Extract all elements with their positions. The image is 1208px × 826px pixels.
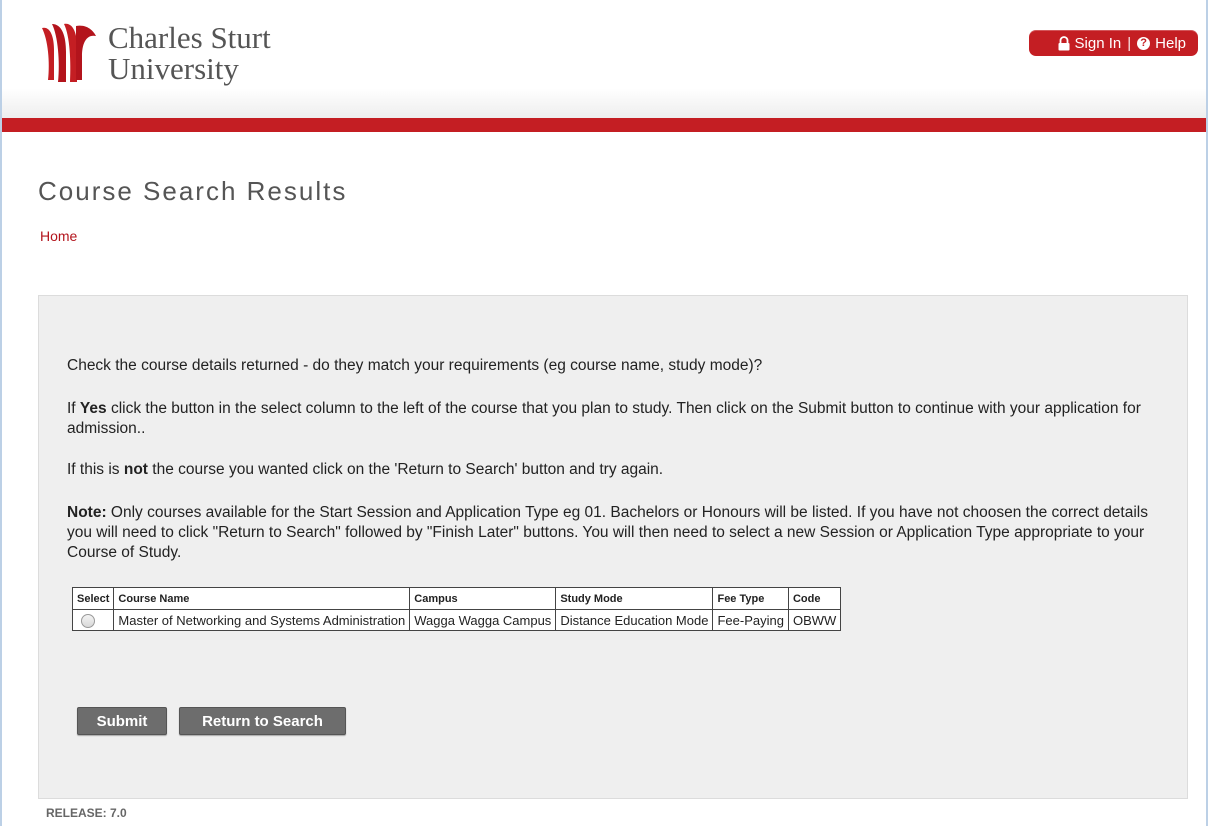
nav-separator: | [1127, 34, 1132, 52]
instruction-yes-prefix: If [67, 400, 80, 417]
logo-wordmark: Charles Sturt University [108, 22, 348, 84]
course-name-cell: Master of Networking and Systems Adminis… [113, 609, 411, 631]
instruction-yes: If Yes click the button in the select co… [67, 399, 1157, 439]
campus-cell: Wagga Wagga Campus [409, 609, 557, 631]
instruction-not-text: the course you wanted click on the 'Retu… [147, 461, 664, 478]
table-row: Master of Networking and Systems Adminis… [71, 609, 842, 631]
instruction-not-bold: not [123, 461, 148, 478]
submit-button[interactable]: Submit [77, 707, 167, 735]
course-results-table: Select Course Name Campus Study Mode Fee… [71, 587, 842, 631]
sign-in-label: Sign In [1074, 34, 1122, 52]
brand-bar [2, 118, 1206, 132]
results-panel: Check the course details returned - do t… [38, 295, 1188, 799]
sign-in-link[interactable]: Sign In [1057, 34, 1122, 52]
lock-icon [1058, 35, 1070, 50]
column-header-course-name: Course Name [113, 587, 411, 610]
column-header-fee-type: Fee Type [712, 587, 789, 610]
instruction-yes-text: click the button in the select column to… [67, 400, 1141, 437]
logo-line-1: Charles Sturt [108, 20, 271, 55]
return-to-search-button[interactable]: Return to Search [179, 707, 346, 735]
help-link[interactable]: ? Help [1137, 35, 1186, 52]
instruction-note: Note: Only courses available for the Sta… [67, 503, 1157, 563]
release-version: RELEASE: 7.0 [46, 806, 127, 820]
study-mode-cell: Distance Education Mode [555, 609, 714, 631]
page-title: Course Search Results [38, 176, 348, 206]
instruction-not: If this is not the course you wanted cli… [67, 460, 1157, 480]
instruction-check: Check the course details returned - do t… [67, 357, 763, 374]
column-header-campus: Campus [409, 587, 557, 610]
breadcrumb-home[interactable]: Home [40, 228, 77, 244]
instruction-not-prefix: If this is [67, 461, 124, 478]
help-circle-icon: ? [1137, 36, 1151, 50]
help-label: Help [1155, 34, 1186, 52]
instruction-note-bold: Note: [67, 504, 107, 521]
table-header-row: Select Course Name Campus Study Mode Fee… [71, 587, 842, 610]
select-cell [71, 609, 115, 631]
column-header-select: Select [71, 587, 115, 610]
column-header-code: Code [787, 587, 842, 610]
user-nav: Sign In | ? Help [1028, 30, 1198, 56]
code-cell: OBWW [787, 609, 842, 631]
site-header: Charles Sturt University Sign In | ? Hel… [2, 0, 1206, 118]
course-select-radio[interactable] [81, 613, 95, 628]
logo-line-2: University [108, 51, 239, 86]
column-header-study-mode: Study Mode [555, 587, 714, 610]
fee-type-cell: Fee-Paying [712, 609, 789, 631]
instruction-yes-bold: Yes [79, 400, 107, 417]
csu-logo-mark-icon [42, 23, 96, 82]
instruction-note-text: Only courses available for the Start Ses… [67, 504, 1148, 561]
